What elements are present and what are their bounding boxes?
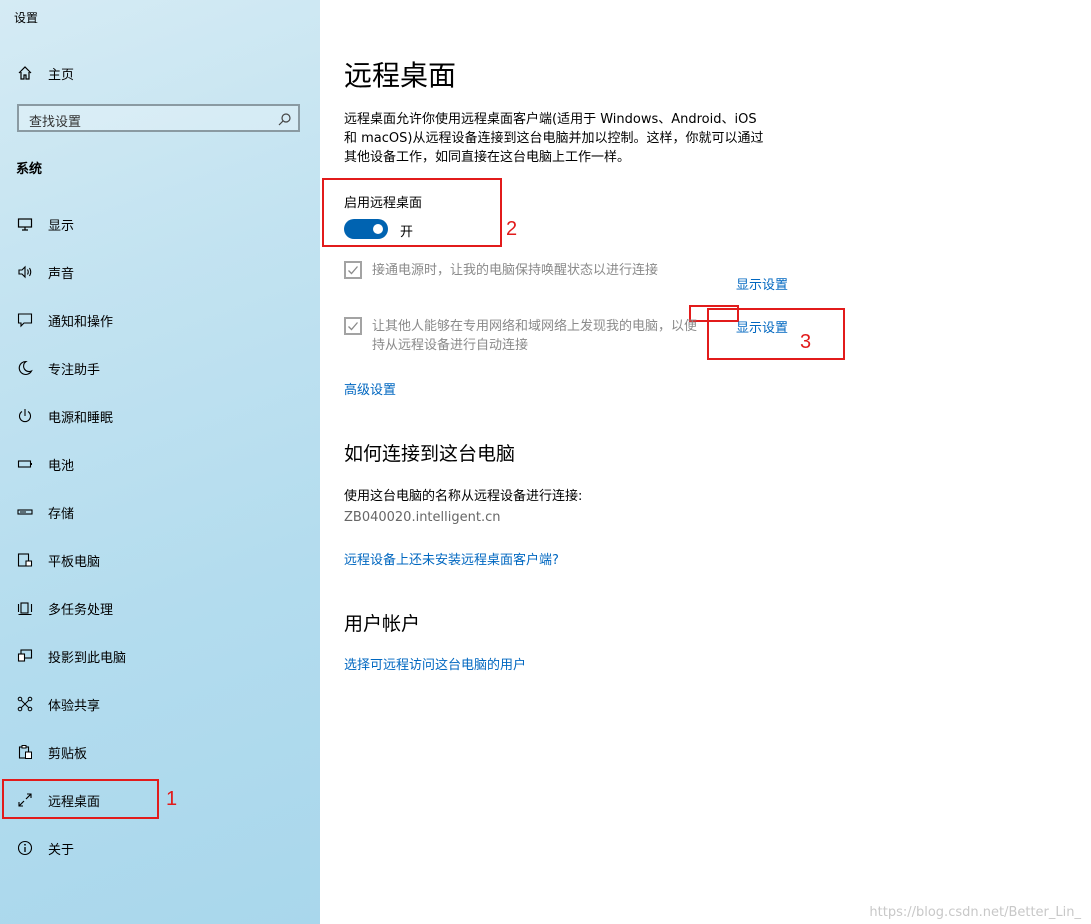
discoverable-label: 让其他人能够在专用网络和域网络上发现我的电脑，以便 持从远程设备进行自动连接 [372,317,697,355]
search-placeholder: 查找设置 [29,115,82,130]
user-accounts-heading: 用户帐户 [344,613,421,635]
pc-name: ZB040020.intelligent.cn [344,510,501,525]
toggle-state-text: 开 [400,225,414,240]
description-line: 远程桌面允许你使用远程桌面客户端(适用于 Windows、Android、iOS [344,112,757,127]
keep-awake-checkbox[interactable] [344,261,362,279]
connect-instructions: 使用这台电脑的名称从远程设备进行连接: [344,489,583,504]
show-settings-link-1[interactable]: 显示设置 [736,274,788,293]
sidebar-item-battery[interactable]: 电池 [0,446,320,482]
sidebar-item-label: 剪贴板 [48,746,88,762]
sidebar-item-project-to-pc[interactable]: 投影到此电脑 [0,638,320,674]
sidebar-item-label: 电源和睡眠 [48,410,114,426]
sidebar-item-label: 关于 [48,842,75,858]
sidebar-item-label: 声音 [48,266,75,282]
search-icon [278,111,292,126]
annotation-box-1 [2,779,159,819]
message-icon [16,311,34,329]
sidebar-item-label: 多任务处理 [48,602,114,618]
sidebar-item-sound[interactable]: 声音 [0,254,320,290]
sidebar-item-focus-assist[interactable]: 专注助手 [0,350,320,386]
clipboard-icon [16,743,34,761]
sidebar-item-label: 平板电脑 [48,554,101,570]
multitask-icon [16,599,34,617]
check-icon [348,266,358,275]
sidebar-item-clipboard[interactable]: 剪贴板 [0,734,320,770]
show-settings-link-2[interactable]: 显示设置 [736,317,788,336]
sidebar-item-label: 通知和操作 [48,314,114,330]
advanced-settings-link[interactable]: 高级设置 [344,379,396,398]
select-users-link[interactable]: 选择可远程访问这台电脑的用户 [344,654,526,673]
discoverable-checkbox[interactable] [344,317,362,335]
sidebar-item-display[interactable]: 显示 [0,206,320,242]
search-input[interactable]: 查找设置 [17,104,300,132]
check-icon [348,322,358,331]
sidebar-item-notifications[interactable]: 通知和操作 [0,302,320,338]
sidebar-item-shared-experiences[interactable]: 体验共享 [0,686,320,722]
sidebar-item-label: 专注助手 [48,362,101,378]
description-line: 和 macOS)从远程设备连接到这台电脑并加以控制。这样，你就可以通过 [344,131,764,146]
discoverable-label-line: 让其他人能够在专用网络和域网络上发现我的电脑，以便 [372,319,698,334]
keep-awake-label: 接通电源时，让我的电脑保持唤醒状态以进行连接 [372,263,659,278]
enable-remote-desktop-label: 启用远程桌面 [344,196,423,211]
power-icon [16,407,34,425]
page-description: 远程桌面允许你使用远程桌面客户端(适用于 Windows、Android、iOS… [344,110,794,167]
window-title: 设置 [14,11,39,25]
moon-icon [16,359,34,377]
how-to-connect-heading: 如何连接到这台电脑 [344,443,516,465]
sidebar-item-power-sleep[interactable]: 电源和睡眠 [0,398,320,434]
storage-icon [16,503,34,521]
home-icon [16,64,34,82]
page-title: 远程桌面 [344,59,457,92]
watermark: https://blog.csdn.net/Better_Lin_ [869,905,1081,920]
sidebar-item-label: 投影到此电脑 [48,650,127,666]
info-icon [16,839,34,857]
nav-home[interactable]: 主页 [0,58,320,88]
client-not-installed-link[interactable]: 远程设备上还未安装远程桌面客户端? [344,549,559,568]
share-icon [16,695,34,713]
sidebar-item-label: 电池 [48,458,75,474]
sidebar-item-storage[interactable]: 存储 [0,494,320,530]
sidebar-item-multitasking[interactable]: 多任务处理 [0,590,320,626]
sidebar-item-tablet[interactable]: 平板电脑 [0,542,320,578]
project-icon [16,647,34,665]
content-pane: 远程桌面 远程桌面允许你使用远程桌面客户端(适用于 Windows、Androi… [320,0,1091,924]
sidebar-item-label: 显示 [48,218,75,234]
sidebar-item-about[interactable]: 关于 [0,830,320,866]
battery-icon [16,455,34,473]
sidebar-item-label: 体验共享 [48,698,101,714]
monitor-icon [16,215,34,233]
sidebar-item-label: 存储 [48,506,75,522]
nav-home-label: 主页 [48,67,75,83]
speaker-icon [16,263,34,281]
annotation-number-1: 1 [166,788,178,810]
tablet-icon [16,551,34,569]
discoverable-label-line: 持从远程设备进行自动连接 [372,338,529,353]
remote-desktop-toggle[interactable] [344,219,388,239]
section-heading-system: 系统 [16,162,43,177]
description-line: 其他设备工作，如同直接在这台电脑上工作一样。 [344,150,631,165]
